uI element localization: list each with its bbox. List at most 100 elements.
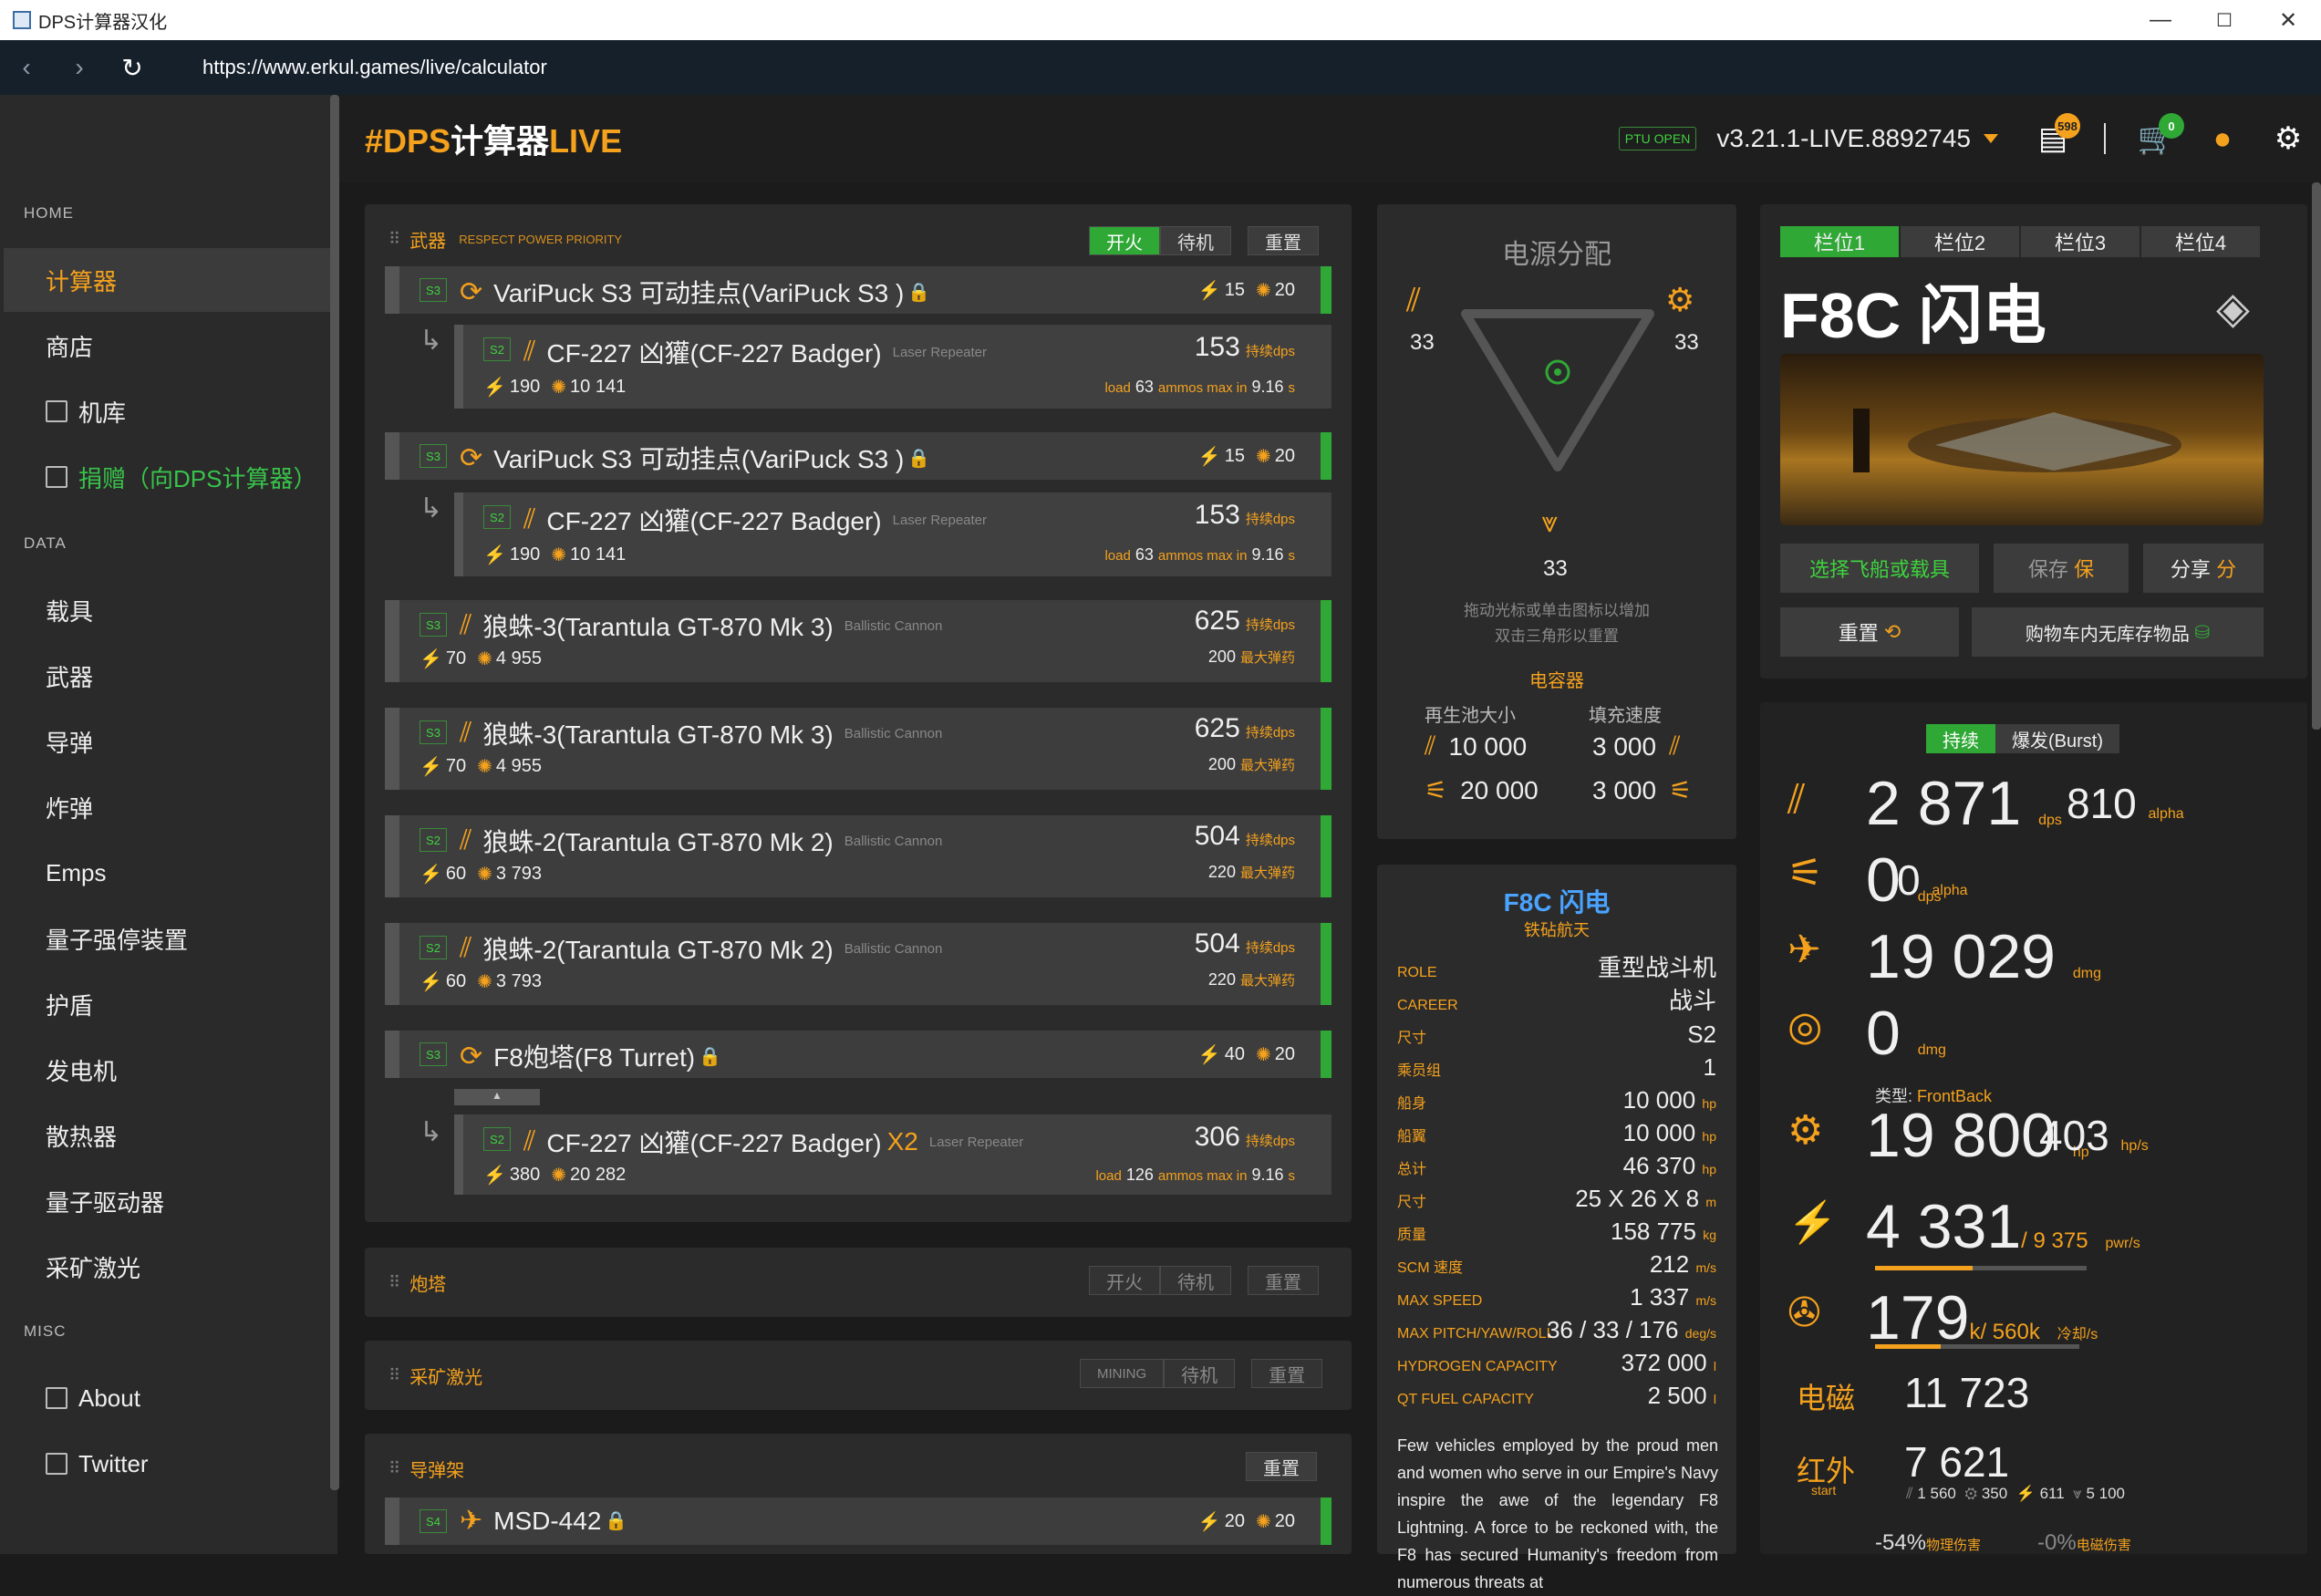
sidebar-item-hangar[interactable]: 机库 (4, 379, 330, 443)
sidebar-item-vehicles[interactable]: 载具 (4, 578, 330, 642)
info-row: ROLE 重型战斗机 (1397, 954, 1716, 981)
ship-illustration (1853, 409, 2181, 472)
sidebar-item-twitter[interactable]: Twitter (4, 1432, 330, 1496)
standby-button[interactable]: 待机 (1160, 226, 1231, 255)
chevron-down-icon[interactable] (1984, 134, 1998, 143)
tab-slot-3[interactable]: 栏位3 (2021, 226, 2141, 257)
sidebar-item-shop[interactable]: 商店 (4, 314, 330, 378)
mining-button[interactable]: MINING (1080, 1359, 1165, 1388)
tab-slot-2[interactable]: 栏位2 (1901, 226, 2021, 257)
version-select[interactable]: v3.21.1-LIVE.8892745 (1716, 124, 1971, 153)
panel-title: 炮塔 (409, 1275, 447, 1295)
reload-button[interactable]: ↻ (106, 53, 159, 83)
heat-icon: ✺ (551, 545, 567, 565)
sidebar-item-coolers[interactable]: 散热器 (4, 1104, 330, 1167)
heat-icon: ✺ (477, 649, 492, 669)
drag-handle-icon[interactable]: ⠿ (389, 1273, 400, 1292)
reset-button[interactable]: 重置 (1248, 226, 1319, 255)
info-row: MAX SPEED 1 337 m/s (1397, 1283, 1716, 1311)
info-row: 乘员组 1 (1397, 1053, 1716, 1081)
reset-button[interactable]: 重置 (1248, 1266, 1319, 1295)
fire-button[interactable]: 开火 (1089, 226, 1160, 255)
burst-toggle[interactable]: 爆发(Burst) (1995, 724, 2119, 753)
standby-button[interactable]: 待机 (1160, 1266, 1231, 1295)
stat-row-weapons: ⫽ 2 871 dps 810 alpha (1787, 768, 2298, 841)
heat-value: 3 793 (495, 971, 542, 991)
sidebar-item-quantum-drives[interactable]: 量子驱动器 (4, 1169, 330, 1233)
weapon-row[interactable]: S2 ⫽ 狼蛛-2(Tarantula GT-870 Mk 2) Ballistic… (385, 815, 1331, 897)
ship-info-title[interactable]: F8C 闪电 (1377, 883, 1736, 919)
reset-button[interactable]: 重置 (1246, 1452, 1317, 1481)
missile-damage-unit: dmg (2072, 966, 2102, 981)
heat-icon: ✺ (1255, 281, 1271, 301)
weapon-type: Ballistic Cannon (844, 725, 943, 741)
weapon-type: Laser Repeater (928, 1134, 1024, 1150)
save-button[interactable]: 保存 保 (1994, 544, 2129, 593)
power-hint-2: 双击三角形以重置 (1495, 627, 1619, 645)
weapon-name: 狼蛛-3(Tarantula GT-870 Mk 3) (482, 720, 834, 749)
cart-button[interactable]: 购物车内无库存物品 ⛁ (1972, 607, 2264, 657)
sidebar-item-emps[interactable]: Emps (4, 841, 330, 905)
weapon-row[interactable]: S2 ⫽ CF-227 凶獾(CF-227 Badger) X2 Laser Repe… (454, 1114, 1331, 1195)
standby-button[interactable]: 待机 (1164, 1359, 1236, 1388)
maximize-button[interactable]: ☐ (2192, 0, 2256, 40)
weapon-mount-row[interactable]: S3 ⟳ VariPuck S3 可动挂点(VariPuck S3 ) 🔒 ⚡ 15 ✺… (385, 432, 1331, 480)
gear-icon[interactable]: ⚙ (2255, 111, 2321, 166)
collapse-toggle[interactable]: ▲ (454, 1089, 540, 1105)
drag-handle-icon[interactable]: ⠿ (389, 230, 400, 249)
app-logo[interactable]: #DPS计算器LIVE (365, 115, 622, 162)
fire-button[interactable]: 开火 (1089, 1266, 1160, 1295)
sustained-toggle[interactable]: 持续 (1926, 724, 1995, 753)
reset-ship-button[interactable]: 重置 ⟲ (1780, 607, 1959, 657)
back-button[interactable]: ‹ (0, 53, 53, 82)
tab-slot-4[interactable]: 栏位4 (2141, 226, 2262, 257)
weapon-row[interactable]: S2 ⫽ 狼蛛-2(Tarantula GT-870 Mk 2) Ballistic… (385, 923, 1331, 1005)
weapon-row[interactable]: S2 ⫽ CF-227 凶獾(CF-227 Badger) Laser Repeat… (454, 325, 1331, 409)
address-field[interactable]: https://www.erkul.games/live/calculator (202, 56, 547, 79)
lock-icon: 🔒 (699, 1046, 721, 1067)
sidebar-item-calculator[interactable]: 计算器 (4, 248, 330, 312)
load-label: load (1095, 1168, 1122, 1184)
user-icon[interactable]: ● (2190, 111, 2255, 166)
sidebar-item-about[interactable]: About (4, 1366, 330, 1430)
power-triangle[interactable] (1455, 295, 1661, 478)
sidebar-item-weapons[interactable]: 武器 (4, 644, 330, 708)
time-value: 9.16 (1251, 1166, 1284, 1184)
weapon-row[interactable]: S3 ⫽ 狼蛛-3(Tarantula GT-870 Mk 3) Ballistic… (385, 600, 1331, 682)
cart-icon[interactable]: 🛒 0 (2124, 111, 2190, 166)
sidebar-item-donate[interactable]: 捐赠（向DPS计算器） (4, 445, 330, 509)
sidebar-scrollbar[interactable] (330, 95, 339, 1490)
sidebar-item-power-plants[interactable]: 发电机 (4, 1038, 330, 1102)
thrusters-power-icon[interactable]: ⩔ (1541, 505, 1558, 540)
close-button[interactable]: ✕ (2256, 0, 2320, 40)
tab-slot-1[interactable]: 栏位1 (1780, 226, 1901, 257)
status-bar (1321, 708, 1331, 790)
time-unit: s (1288, 548, 1296, 564)
weapons-power-icon[interactable]: ⫽ (1406, 281, 1421, 320)
main-scrollbar[interactable] (2312, 182, 2321, 730)
sidebar-item-shields[interactable]: 护盾 (4, 972, 330, 1036)
reset-button[interactable]: 重置 (1251, 1359, 1323, 1388)
cooling-k: k (1969, 1320, 1981, 1344)
weapon-row[interactable]: S2 ⫽ CF-227 凶獾(CF-227 Badger) Laser Repeat… (454, 492, 1331, 576)
clipboard-icon[interactable]: ▤ 598 (2020, 111, 2086, 166)
sidebar-item-missiles[interactable]: 导弹 (4, 710, 330, 773)
sidebar-item-mining-lasers[interactable]: 采矿激光 (4, 1235, 330, 1299)
weapon-mount-row[interactable]: S3 ⟳ VariPuck S3 可动挂点(VariPuck S3 ) 🔒 ⚡ 15 ✺… (385, 266, 1331, 314)
weapon-mount-row[interactable]: S3 ⟳ F8炮塔(F8 Turret) 🔒 ⚡ 40 ✺ 20 (385, 1031, 1331, 1078)
weapon-row[interactable]: S3 ⫽ 狼蛛-3(Tarantula GT-870 Mk 3) Ballistic… (385, 708, 1331, 790)
shields-power-icon[interactable]: ⚙ (1665, 281, 1694, 319)
drag-handle-icon[interactable]: ⠿ (389, 1459, 400, 1478)
status-bar (1321, 600, 1331, 682)
drag-handle-icon[interactable]: ⠿ (389, 1366, 400, 1385)
ptu-badge[interactable]: PTU OPEN (1618, 127, 1697, 150)
select-ship-button[interactable]: 选择飞船或载具 (1780, 544, 1979, 593)
minimize-button[interactable]: — (2129, 0, 2192, 40)
window-title: DPS计算器汉化 (38, 12, 168, 33)
share-button[interactable]: 分享 分 (2143, 544, 2264, 593)
sidebar-item-qed[interactable]: 量子强停装置 (4, 907, 330, 970)
sidebar-item-bombs[interactable]: 炸弹 (4, 775, 330, 839)
missile-rack-row[interactable]: S4 ✈ MSD-442 🔒 ⚡ 20 ✺ 20 (385, 1498, 1331, 1545)
power-icon: ⚡ (420, 757, 442, 777)
forward-button[interactable]: › (53, 53, 106, 82)
